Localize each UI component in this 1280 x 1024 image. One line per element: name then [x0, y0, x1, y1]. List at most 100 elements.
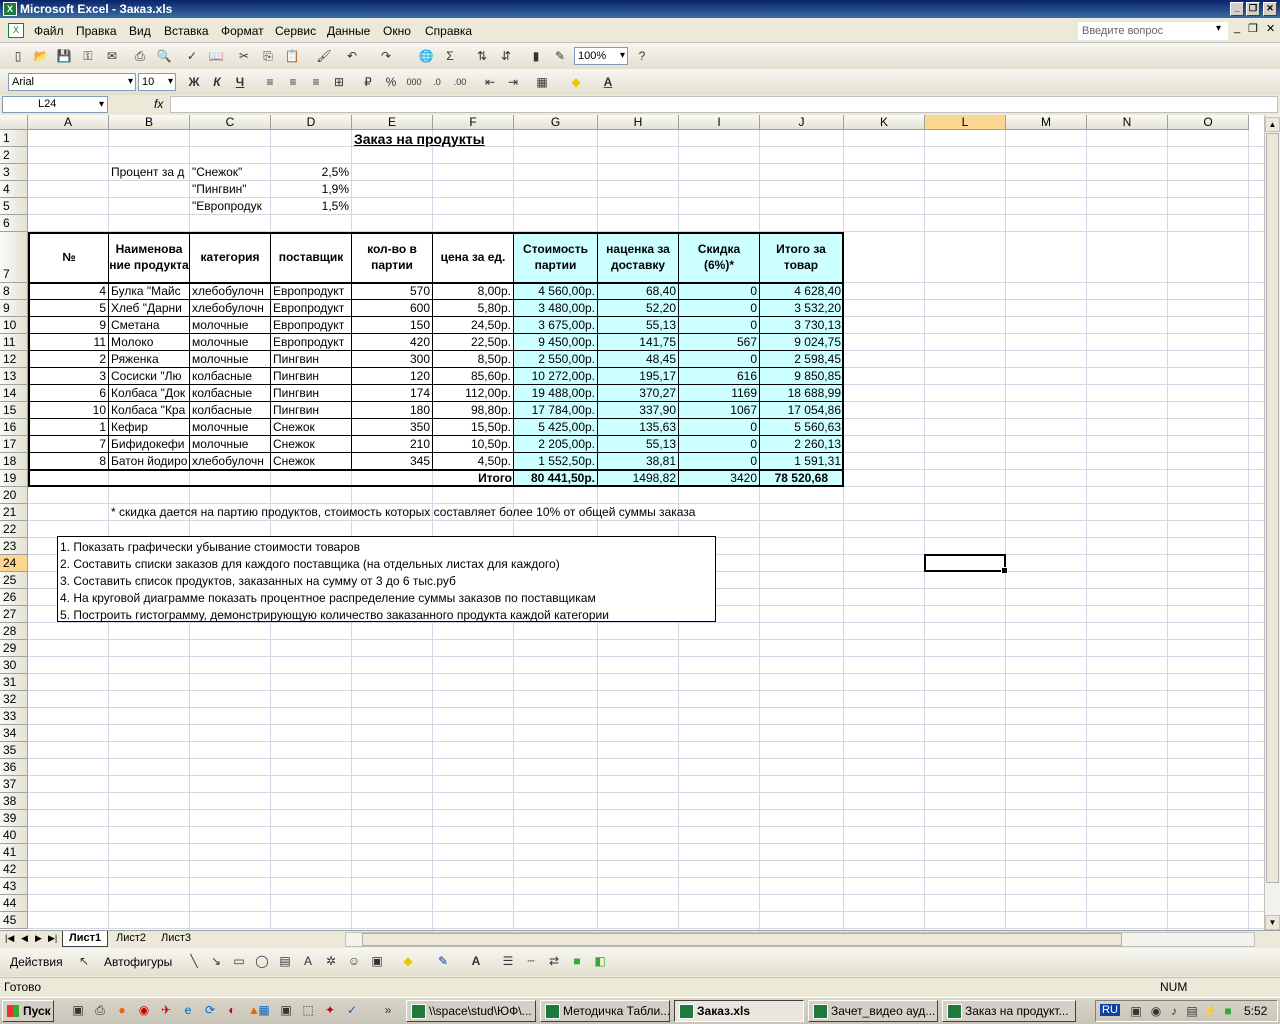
shadow-icon[interactable]: ■ [569, 953, 585, 969]
autosum-icon[interactable]: Σ [442, 48, 458, 64]
row-header-11[interactable]: 11 [0, 334, 28, 351]
quicklaunch-icon[interactable]: ⟳ [202, 1002, 218, 1018]
row-header-38[interactable]: 38 [0, 793, 28, 810]
menu-data[interactable]: Данные [327, 24, 370, 38]
table-cell[interactable]: 345 [352, 454, 432, 469]
table-cell[interactable]: 3 [28, 369, 108, 384]
spreadsheet-grid[interactable]: ABCDEFGHIJKLMNO 1 2 3 4 5 6 7 8 9 10 11 12 13 14 15 16 1… [0, 115, 1264, 930]
draw-font-color-icon[interactable]: A [468, 953, 484, 969]
draw-fill-color-icon[interactable]: ◆ [400, 953, 416, 969]
decrease-indent-icon[interactable]: ⇤ [482, 74, 498, 90]
prev-sheet-icon[interactable]: ◀ [21, 933, 28, 944]
open-icon[interactable]: 📂 [33, 48, 49, 64]
row-header-35[interactable]: 35 [0, 742, 28, 759]
increase-indent-icon[interactable]: ⇥ [505, 74, 521, 90]
table-cell[interactable]: 8,50р. [433, 352, 513, 367]
column-header-b[interactable]: B [109, 115, 190, 130]
row-header-26[interactable]: 26 [0, 589, 28, 606]
diagram-icon[interactable]: ✲ [323, 953, 339, 969]
quicklaunch-icon[interactable]: ▣ [278, 1002, 294, 1018]
row-header-34[interactable]: 34 [0, 725, 28, 742]
table-cell[interactable]: Снежок [271, 454, 351, 469]
row-header-28[interactable]: 28 [0, 623, 28, 640]
row-header-27[interactable]: 27 [0, 606, 28, 623]
table-cell[interactable]: 15,50р. [433, 420, 513, 435]
taskbar-item[interactable]: Зачет_видео ауд... [808, 1000, 938, 1022]
spelling-icon[interactable]: ✓ [184, 48, 200, 64]
textbox-icon[interactable]: ▤ [277, 953, 293, 969]
row-header-33[interactable]: 33 [0, 708, 28, 725]
table-cell[interactable]: 370,27 [598, 386, 678, 401]
vertical-scroll-thumb[interactable] [1266, 133, 1279, 883]
language-indicator[interactable]: RU [1100, 1004, 1120, 1016]
row-header-25[interactable]: 25 [0, 572, 28, 589]
table-cell[interactable]: 3 532,20 [760, 301, 843, 316]
decrease-decimal-icon[interactable]: .00 [452, 74, 468, 90]
table-cell[interactable]: Батон йодиро [109, 454, 189, 469]
table-cell[interactable]: хлебобулочн [190, 284, 270, 299]
table-cell[interactable]: 600 [352, 301, 432, 316]
acrobat-icon[interactable]: ✦ [322, 1002, 338, 1018]
quicklaunch-icon[interactable]: ▣ [70, 1002, 86, 1018]
autoshapes-menu[interactable]: Автофигуры [104, 955, 172, 969]
table-cell[interactable]: Европродукт [271, 318, 351, 333]
dash-style-icon[interactable]: ┄ [523, 953, 539, 969]
borders-icon[interactable]: ▦ [534, 74, 550, 90]
wordart-icon[interactable]: A [300, 953, 316, 969]
row-header-1[interactable]: 1 [0, 130, 28, 147]
column-header-l[interactable]: L [925, 115, 1006, 130]
volume-icon[interactable]: ♪ [1166, 1003, 1182, 1019]
align-center-icon[interactable]: ≡ [285, 74, 301, 90]
row-header-5[interactable]: 5 [0, 198, 28, 215]
merge-center-icon[interactable]: ⊞ [331, 74, 347, 90]
row-header-3[interactable]: 3 [0, 164, 28, 181]
column-header-i[interactable]: I [679, 115, 760, 130]
menu-file[interactable]: Файл [34, 24, 64, 38]
row-header-8[interactable]: 8 [0, 283, 28, 300]
table-cell[interactable]: 55,13 [598, 318, 678, 333]
table-cell[interactable]: 9 024,75 [760, 335, 843, 350]
ask-question-input[interactable]: Введите вопрос [1078, 22, 1228, 40]
copy-icon[interactable]: ⎘ [260, 48, 276, 64]
table-cell[interactable]: 11 [28, 335, 108, 350]
quicklaunch-icon[interactable]: ✈ [158, 1002, 174, 1018]
row-header-39[interactable]: 39 [0, 810, 28, 827]
tray-icon[interactable]: ▣ [1128, 1003, 1144, 1019]
table-cell[interactable]: 0 [679, 352, 759, 367]
table-cell[interactable]: 5 425,00р. [514, 420, 597, 435]
row-header-40[interactable]: 40 [0, 827, 28, 844]
scroll-down-icon[interactable]: ▼ [1265, 915, 1280, 930]
row-header-41[interactable]: 41 [0, 844, 28, 861]
taskbar-item[interactable]: Заказ на продукт... [942, 1000, 1076, 1022]
row-header-32[interactable]: 32 [0, 691, 28, 708]
menu-edit[interactable]: Правка [76, 24, 117, 38]
row-header-13[interactable]: 13 [0, 368, 28, 385]
table-cell[interactable]: 7 [28, 437, 108, 452]
underline-button[interactable]: Ч [232, 74, 248, 90]
ie-icon[interactable]: e [180, 1002, 196, 1018]
table-cell[interactable]: 3 480,00р. [514, 301, 597, 316]
taskbar-item[interactable]: Методичка Табли... [540, 1000, 670, 1022]
email-icon[interactable]: ✉ [104, 48, 120, 64]
table-cell[interactable]: 8 [28, 454, 108, 469]
table-cell[interactable]: 85,60р. [433, 369, 513, 384]
table-cell[interactable]: 567 [679, 335, 759, 350]
print-preview-icon[interactable]: 🔍 [156, 48, 172, 64]
line-style-icon[interactable]: ☰ [500, 953, 516, 969]
table-cell[interactable]: 120 [352, 369, 432, 384]
tray-icon[interactable]: ▤ [1184, 1003, 1200, 1019]
table-cell[interactable]: 141,75 [598, 335, 678, 350]
table-cell[interactable]: колбасные [190, 403, 270, 418]
table-cell[interactable]: Колбаса "Кра [109, 403, 189, 418]
currency-icon[interactable]: ₽ [360, 74, 376, 90]
table-cell[interactable]: 22,50р. [433, 335, 513, 350]
row-header-42[interactable]: 42 [0, 861, 28, 878]
table-cell[interactable]: 616 [679, 369, 759, 384]
table-cell[interactable]: молочные [190, 352, 270, 367]
table-cell[interactable]: 48,45 [598, 352, 678, 367]
table-cell[interactable]: 0 [679, 437, 759, 452]
active-cell-L24[interactable] [924, 554, 1008, 574]
row-header-19[interactable]: 19 [0, 470, 28, 487]
table-cell[interactable]: 5 560,63 [760, 420, 843, 435]
menu-window[interactable]: Окно [383, 24, 411, 38]
